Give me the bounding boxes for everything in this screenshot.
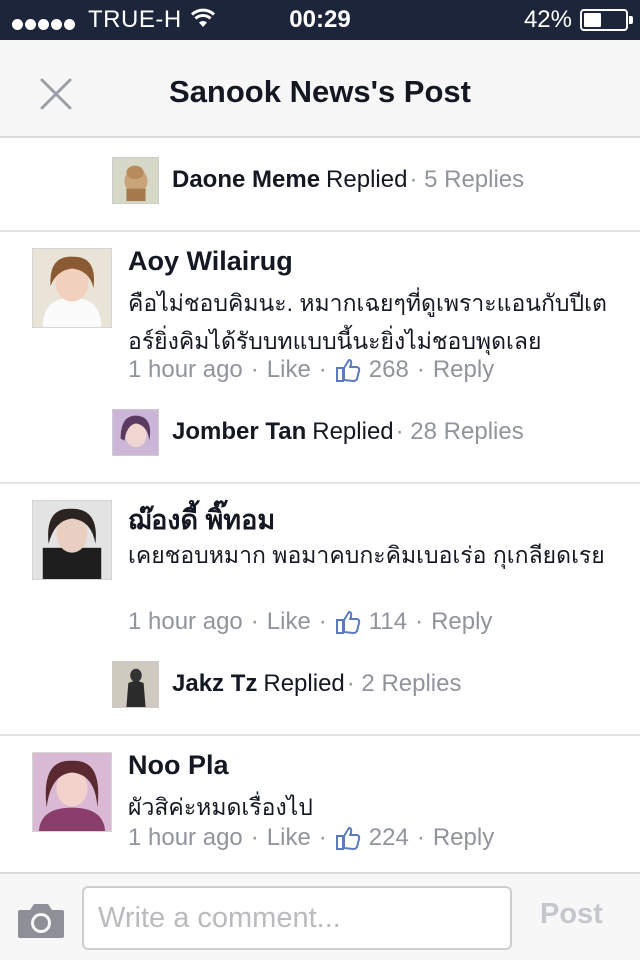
page-title: Sanook News's Post [169,74,471,109]
battery-percent: 42% [523,6,572,33]
reply-count[interactable]: · 5 Replies [409,166,524,194]
comment-author[interactable]: Aoy Wilairug [128,246,293,277]
avatar [112,156,159,204]
comment-time: 1 hour ago [128,824,243,851]
like-link[interactable]: Like [267,824,311,852]
thumbs-up-icon [335,827,361,850]
comment-meta: 1 hour ago · Like · 224 · Reply [128,824,495,852]
comment-item: Noo Pla ผัวสิค่ะหมดเรื่องไป 1 hour ago ·… [0,736,640,872]
reply-author[interactable]: Daone Meme [172,166,320,194]
comment-text: เคยชอบหมาก พอมาคบกะคิมเบอเร่อ กุเกลียดเร… [128,542,605,568]
like-count[interactable]: 268 [369,356,409,384]
reply-link[interactable]: Reply [431,608,492,636]
avatar [112,408,159,456]
comment-author[interactable]: ฌ๊องดี้ พิ๊ทอม [128,498,275,541]
thumbs-up-icon [335,359,361,382]
comment-time: 1 hour ago [128,608,243,635]
battery-fill [584,13,601,27]
reply-summary[interactable]: Jomber Tan Replied · 28 Replies [112,408,524,456]
like-link[interactable]: Like [267,608,311,636]
comment-author[interactable]: Noo Pla [128,750,229,781]
comment-meta: 1 hour ago · Like · 114 · Reply [128,608,493,636]
reply-author[interactable]: Jomber Tan [172,418,306,446]
avatar[interactable] [32,248,112,328]
reply-summary[interactable]: Jakz Tz Replied · 2 Replies [112,660,461,708]
comment-text: ผัวสิค่ะหมดเรื่องไป [128,794,313,820]
reply-link[interactable]: Reply [433,824,494,852]
comment-text: คือไม่ชอบคิมนะ. หมากเฉยๆที่ดูเพราะแอนกับ… [128,290,607,354]
post-button[interactable]: Post [540,898,603,931]
comment-meta: 1 hour ago · Like · 268 · Reply [128,356,495,384]
reply-author[interactable]: Jakz Tz [172,670,257,698]
reply-count[interactable]: · 28 Replies [396,418,524,446]
like-link[interactable]: Like [267,356,311,384]
comment-item: ฌ๊องดี้ พิ๊ทอม เคยชอบหมาก พอมาคบกะคิมเบอ… [0,484,640,734]
status-bar: TRUE-H 00:29 42% [0,0,640,40]
comment-composer: Post [0,872,640,960]
comment-input[interactable] [82,886,512,950]
camera-icon[interactable] [16,900,66,940]
avatar[interactable] [32,500,112,580]
reply-link[interactable]: Reply [433,356,494,384]
reply-verb: Replied [326,166,408,193]
reply-summary[interactable]: Daone Meme Replied · 5 Replies [112,156,524,204]
battery-icon [580,9,633,31]
comment-item: Aoy Wilairug คือไม่ชอบคิมนะ. หมากเฉยๆที่… [0,232,640,482]
avatar [112,660,159,708]
reply-verb: Replied [312,418,394,445]
like-count[interactable]: 114 [369,608,407,636]
comment-time: 1 hour ago [128,356,243,383]
thumbs-up-icon [335,611,361,634]
reply-count[interactable]: · 2 Replies [347,670,462,698]
avatar[interactable] [32,752,112,832]
reply-verb: Replied [263,670,345,697]
post-header: Sanook News's Post [0,40,640,138]
like-count[interactable]: 224 [369,824,409,852]
comments-feed[interactable]: Daone Meme Replied · 5 Replies Aoy Wilai… [0,138,640,872]
